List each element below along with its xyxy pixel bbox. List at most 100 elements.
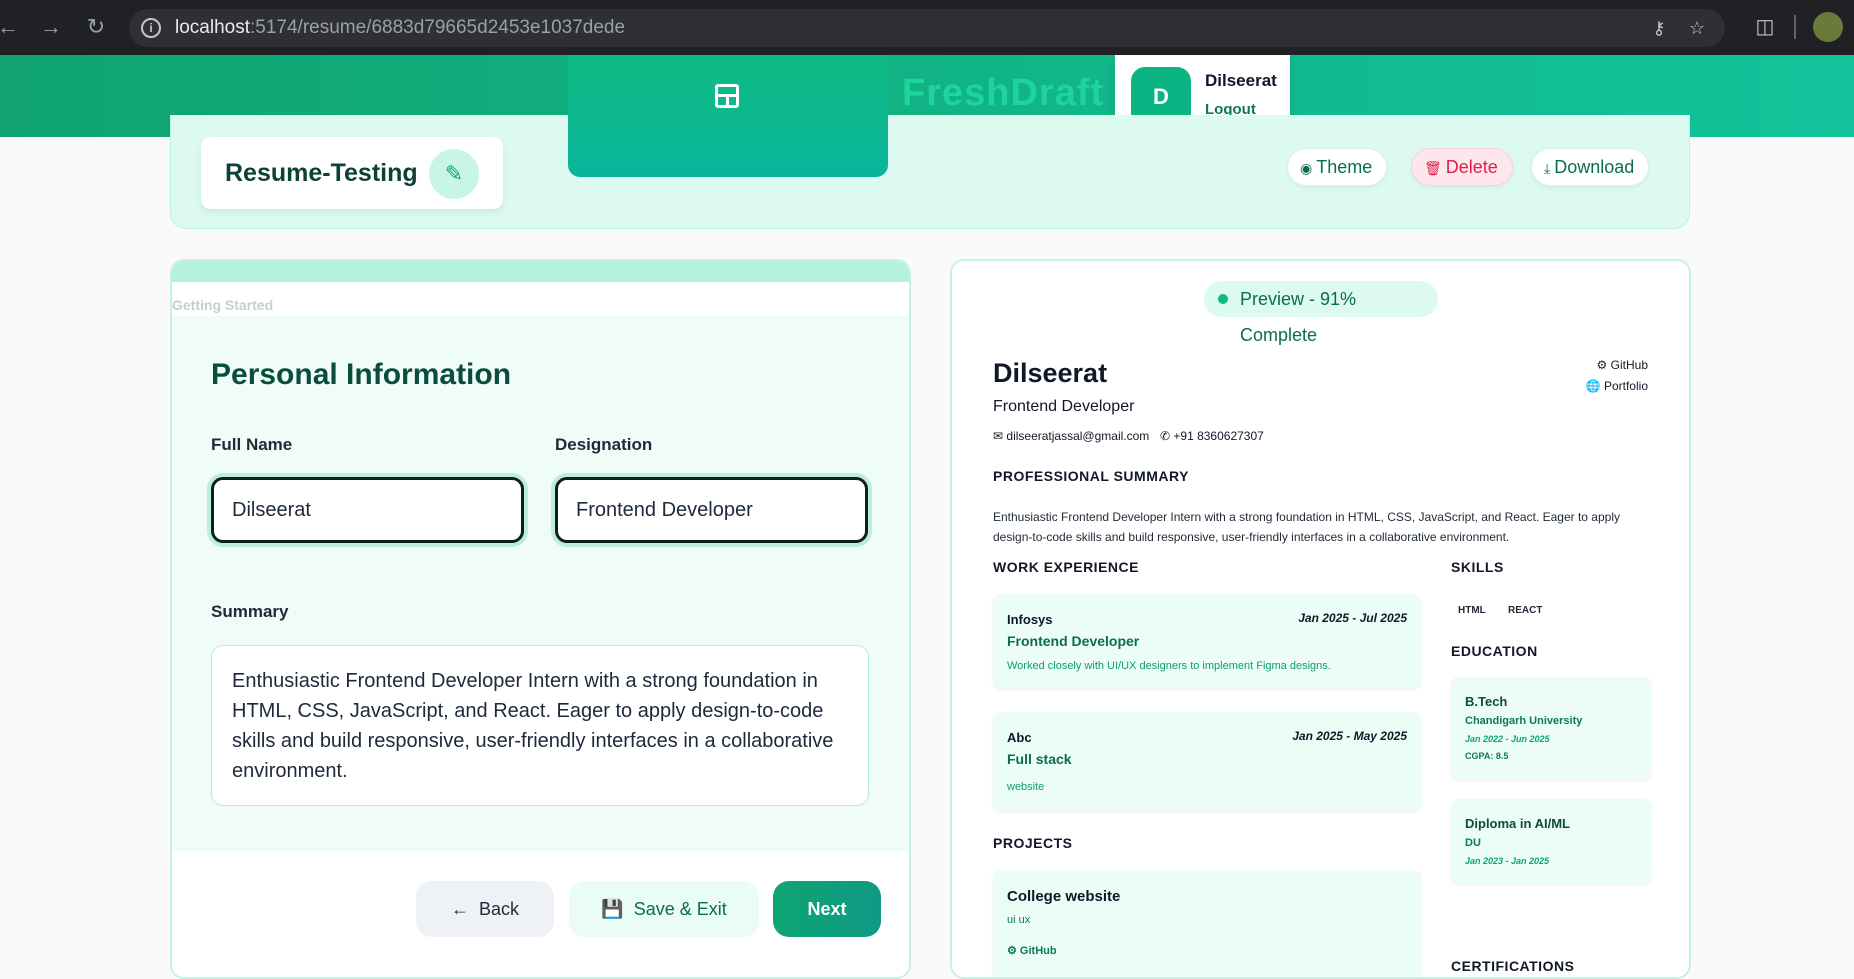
- skill-chip: HTML: [1458, 605, 1486, 616]
- edit-title-button[interactable]: ✎: [429, 149, 479, 199]
- personal-info-section: Personal Information Full Name Dilseerat…: [172, 316, 909, 851]
- education-heading: EDUCATION: [1451, 643, 1538, 659]
- work-dates: Jan 2025 - Jul 2025: [1298, 611, 1407, 625]
- work-company: Abc: [1007, 730, 1032, 745]
- summary-textarea[interactable]: Enthusiastic Frontend Developer Intern w…: [211, 645, 869, 806]
- project-github-link[interactable]: ⚙ GitHub: [1007, 944, 1057, 957]
- user-name: Dilseerat: [1205, 71, 1277, 90]
- resume-title-card: Resume-Testing ✎: [201, 137, 503, 209]
- layout-switcher-panel-bottom: [568, 115, 888, 177]
- work-company: Infosys: [1007, 612, 1053, 627]
- url-path: :5174/resume/6883d79665d2453e1037dede: [250, 17, 626, 38]
- back-label: Back: [478, 899, 520, 919]
- edit-icon: ✎: [444, 161, 464, 186]
- phone-icon: ✆: [1160, 429, 1174, 443]
- delete-button[interactable]: 🗑 Delete: [1411, 148, 1513, 186]
- star-icon[interactable]: ☆: [1684, 15, 1710, 41]
- download-label: Download: [1554, 157, 1635, 177]
- site-info-icon[interactable]: i: [141, 18, 161, 38]
- form-panel: Getting Started Personal Information Ful…: [170, 259, 911, 979]
- save-exit-button[interactable]: 💾 Save & Exit: [569, 881, 759, 937]
- forward-arrow-icon[interactable]: →: [37, 13, 65, 41]
- work-card: Abc Jan 2025 - May 2025 Full stack websi…: [993, 712, 1421, 810]
- education-degree: B.Tech: [1465, 694, 1508, 709]
- download-button[interactable]: ⤓ Download: [1531, 148, 1650, 186]
- github-icon: ⚙: [1596, 358, 1611, 372]
- work-card: Infosys Jan 2025 - Jul 2025 Frontend Dev…: [993, 594, 1421, 688]
- full-name-input[interactable]: Dilseerat: [211, 477, 524, 543]
- key-icon[interactable]: ⚷: [1646, 15, 1672, 41]
- project-title: College website: [1007, 888, 1121, 905]
- preview-portfolio-link[interactable]: 🌐 Portfolio: [1586, 379, 1648, 393]
- back-button[interactable]: ← Back: [416, 881, 554, 937]
- education-card: Diploma in AI/ML DU Jan 2023 - Jan 2025: [1451, 799, 1651, 883]
- resume-preview-panel: Preview - 91% Complete Dilseerat Fronten…: [950, 259, 1691, 979]
- projects-heading: PROJECTS: [993, 835, 1073, 851]
- education-dates: Jan 2023 - Jan 2025: [1465, 856, 1550, 866]
- phone-text: +91 8360627307: [1173, 429, 1264, 443]
- full-name-label: Full Name: [211, 435, 293, 454]
- browser-toolbar: ← → ↻ i localhost:5174/resume/6883d79665…: [0, 0, 1854, 55]
- work-role: Frontend Developer: [1007, 633, 1140, 649]
- next-button[interactable]: Next: [773, 881, 881, 937]
- address-bar[interactable]: i localhost:5174/resume/6883d79665d2453e…: [129, 9, 1725, 47]
- preview-role: Frontend Developer: [993, 398, 1135, 415]
- designation-label: Designation: [555, 435, 653, 454]
- step-label: Getting Started: [172, 297, 274, 313]
- theme-label: Theme: [1316, 157, 1373, 177]
- email-text: dilseeratjassal@gmail.com: [1006, 429, 1150, 443]
- arrow-left-icon: ←: [450, 899, 469, 919]
- preview-name: Dilseerat: [993, 358, 1108, 388]
- skill-chip: REACT: [1508, 605, 1543, 616]
- palette-icon: ◉: [1300, 160, 1313, 176]
- portfolio-text: Portfolio: [1603, 379, 1648, 393]
- work-desc: Worked closely with UI/UX designers to i…: [1007, 660, 1331, 672]
- designation-input[interactable]: Frontend Developer: [555, 477, 868, 543]
- progress-bar: [172, 261, 909, 282]
- education-dates: Jan 2022 - Jun 2025: [1465, 734, 1550, 744]
- github-icon: ⚙: [1007, 945, 1020, 957]
- project-link-text: GitHub: [1019, 945, 1057, 957]
- preview-summary: Enthusiastic Frontend Developer Intern w…: [993, 510, 1620, 544]
- layout-icon[interactable]: [715, 84, 739, 108]
- education-card: B.Tech Chandigarh University Jan 2022 - …: [1451, 677, 1651, 779]
- work-role: Full stack: [1007, 751, 1072, 767]
- theme-button[interactable]: ◉ Theme: [1287, 148, 1388, 186]
- globe-icon: 🌐: [1585, 379, 1604, 393]
- certifications-heading: CERTIFICATIONS: [1451, 958, 1575, 974]
- summary-label: Summary: [211, 602, 289, 621]
- extensions-icon[interactable]: ◫: [1750, 12, 1780, 42]
- toolbar-divider: [1794, 15, 1796, 39]
- skills-heading: SKILLS: [1451, 559, 1504, 575]
- save-icon: 💾: [601, 899, 624, 919]
- project-desc: ui ux: [1007, 914, 1031, 926]
- profile-avatar[interactable]: [1813, 12, 1843, 42]
- preview-github-link[interactable]: ⚙ GitHub: [1597, 358, 1648, 372]
- url-text[interactable]: localhost:5174/resume/6883d79665d2453e10…: [175, 9, 625, 47]
- project-card: College website ui ux ⚙ GitHub: [993, 870, 1421, 977]
- github-text: GitHub: [1610, 358, 1648, 372]
- mail-icon: ✉: [993, 429, 1007, 443]
- trash-icon: 🗑: [1424, 160, 1442, 176]
- education-degree: Diploma in AI/ML: [1465, 816, 1570, 831]
- back-arrow-icon[interactable]: ←: [0, 13, 22, 41]
- delete-label: Delete: [1445, 157, 1498, 177]
- education-institute: DU: [1465, 837, 1481, 849]
- preview-phone: ✆ +91 8360627307: [1160, 429, 1264, 443]
- brand-logo[interactable]: FreshDraft: [902, 72, 1104, 115]
- download-icon: ⤓: [1544, 160, 1551, 176]
- work-heading: WORK EXPERIENCE: [993, 559, 1139, 575]
- url-host: localhost: [175, 17, 250, 38]
- summary-heading: PROFESSIONAL SUMMARY: [993, 468, 1189, 484]
- education-institute: Chandigarh University: [1465, 715, 1583, 727]
- section-title: Personal Information: [211, 358, 512, 391]
- preview-status-badge: Preview - 91% Complete: [1204, 281, 1438, 345]
- save-label: Save & Exit: [633, 899, 727, 919]
- education-cgpa: CGPA: 8.5: [1465, 751, 1509, 761]
- work-dates: Jan 2025 - May 2025: [1292, 729, 1407, 743]
- reload-icon[interactable]: ↻: [82, 13, 110, 41]
- preview-email: ✉ dilseeratjassal@gmail.com: [993, 429, 1149, 443]
- work-desc: website: [1007, 781, 1045, 793]
- progress-fill: [172, 261, 909, 282]
- resume-title: Resume-Testing: [225, 159, 418, 187]
